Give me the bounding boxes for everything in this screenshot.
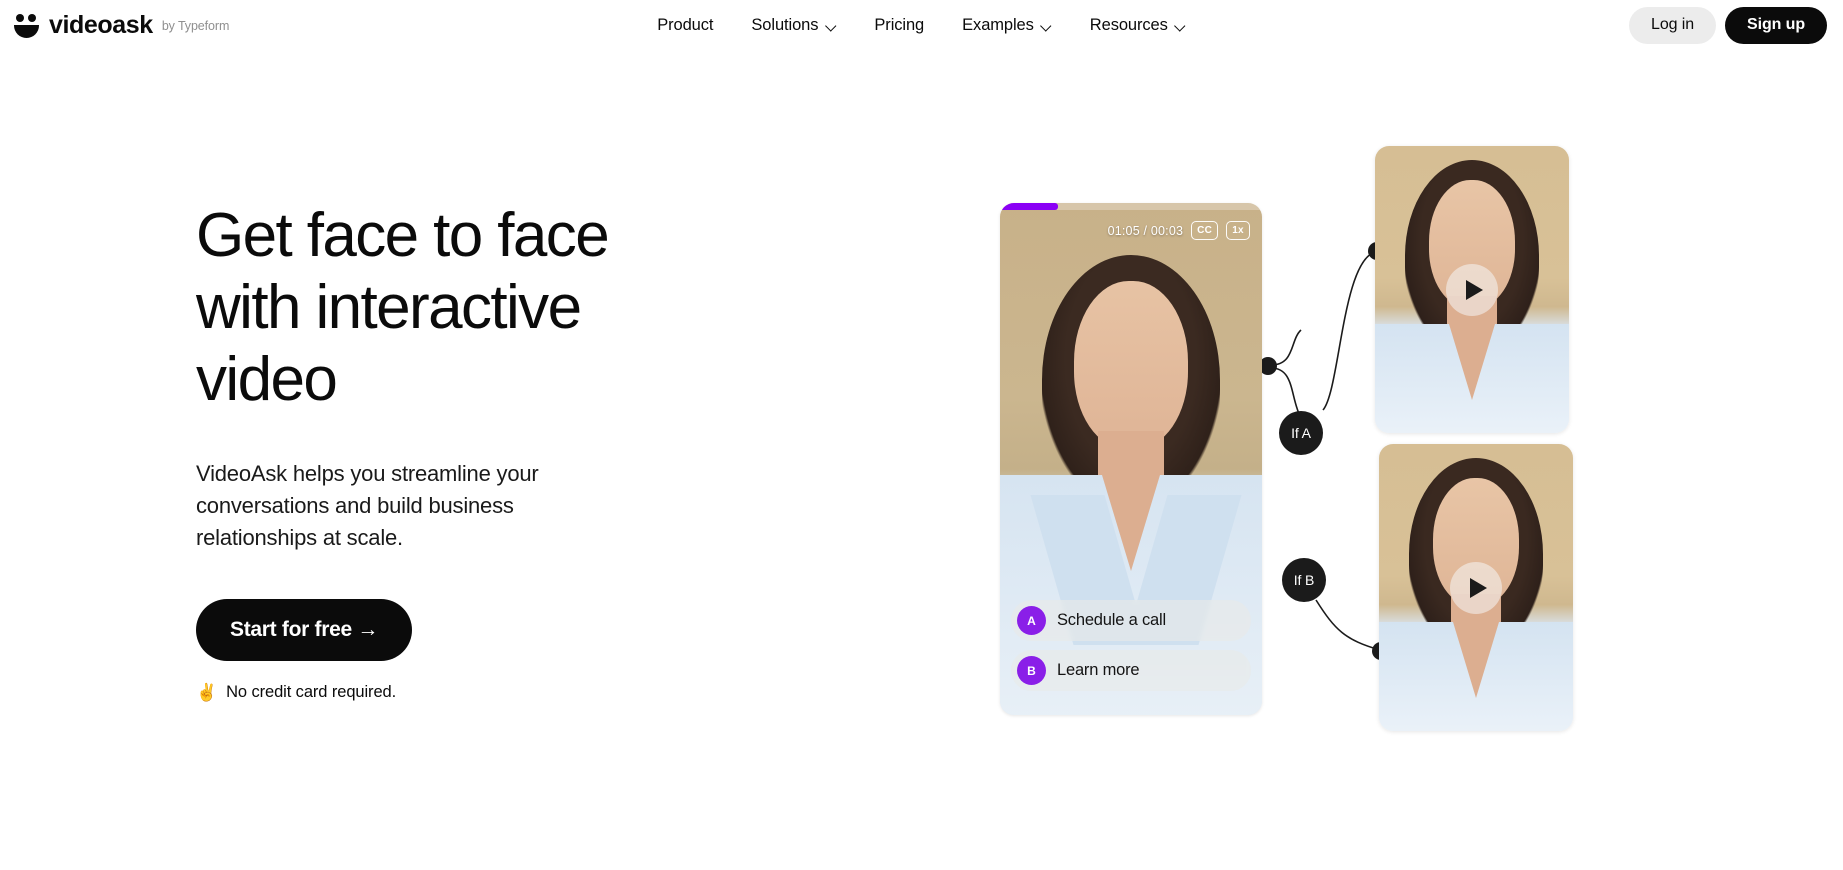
victory-hand-icon: ✌️ [196, 683, 218, 702]
chevron-down-icon [1175, 21, 1186, 32]
nav-item-resources[interactable]: Resources [1090, 16, 1186, 35]
nav-label-examples: Examples [962, 15, 1034, 34]
answer-option-a[interactable]: A Schedule a call [1011, 600, 1251, 641]
login-button[interactable]: Log in [1629, 6, 1717, 44]
brand-name: videoask [49, 10, 153, 39]
chevron-down-icon [1041, 21, 1052, 32]
video-controls: 01:05 / 00:03 CC 1x [1108, 221, 1250, 240]
smiley-face-icon [13, 13, 40, 38]
brand-logo-link[interactable]: videoask by Typeform [13, 10, 230, 39]
main-navigation: Product Solutions Pricing Examples Resou… [657, 16, 1186, 35]
playback-speed-button[interactable]: 1x [1226, 221, 1250, 240]
answer-badge-b: B [1017, 656, 1046, 685]
signup-button[interactable]: Sign up [1725, 6, 1827, 44]
branch-badge-if-b[interactable]: If B [1282, 558, 1326, 602]
brand-byline: by Typeform [161, 19, 230, 34]
video-timestamp: 01:05 / 00:03 [1107, 223, 1184, 238]
site-header: videoask by Typeform Product Solutions P… [0, 0, 1843, 50]
answer-option-b[interactable]: B Learn more [1011, 650, 1251, 691]
auth-button-group: Log in Sign up [1629, 6, 1827, 44]
branch-thumbnail-a[interactable] [1375, 146, 1569, 433]
no-credit-card-text: No credit card required. [226, 683, 397, 701]
hero-text-column: Get face to face with interactive video … [196, 200, 666, 702]
branch-badge-if-a[interactable]: If A [1279, 411, 1323, 455]
video-progress-fill [1000, 203, 1058, 210]
nav-label-product: Product [657, 15, 714, 34]
nav-label-pricing: Pricing [874, 15, 925, 34]
video-subject-face [1074, 281, 1188, 449]
answer-label-b: Learn more [1057, 661, 1140, 679]
chevron-down-icon [825, 21, 836, 32]
nav-item-examples[interactable]: Examples [962, 16, 1052, 35]
nav-label-resources: Resources [1089, 15, 1168, 34]
answer-label-a: Schedule a call [1057, 611, 1166, 629]
answer-choice-list: A Schedule a call B Learn more [1011, 600, 1251, 691]
nav-item-pricing[interactable]: Pricing [874, 16, 924, 35]
nav-item-solutions[interactable]: Solutions [751, 16, 836, 35]
page-title: Get face to face with interactive video [196, 201, 610, 414]
nav-item-product[interactable]: Product [657, 16, 713, 35]
captions-button[interactable]: CC [1191, 221, 1218, 240]
answer-badge-a: A [1017, 606, 1046, 635]
start-for-free-button[interactable]: Start for free → [196, 599, 413, 661]
video-progress-bar[interactable] [1000, 203, 1262, 210]
no-credit-card-note: ✌️ No credit card required. [196, 683, 666, 702]
nav-label-solutions: Solutions [751, 15, 819, 34]
branch-thumbnail-b[interactable] [1379, 444, 1573, 731]
play-icon[interactable] [1450, 561, 1502, 614]
hero-subheadline: VideoAsk helps you streamline your conve… [196, 461, 539, 550]
main-video-card[interactable]: 01:05 / 00:03 CC 1x A Schedule a call B … [1000, 203, 1262, 715]
play-icon[interactable] [1446, 263, 1498, 316]
interactive-video-flow: 01:05 / 00:03 CC 1x A Schedule a call B … [990, 140, 1610, 750]
